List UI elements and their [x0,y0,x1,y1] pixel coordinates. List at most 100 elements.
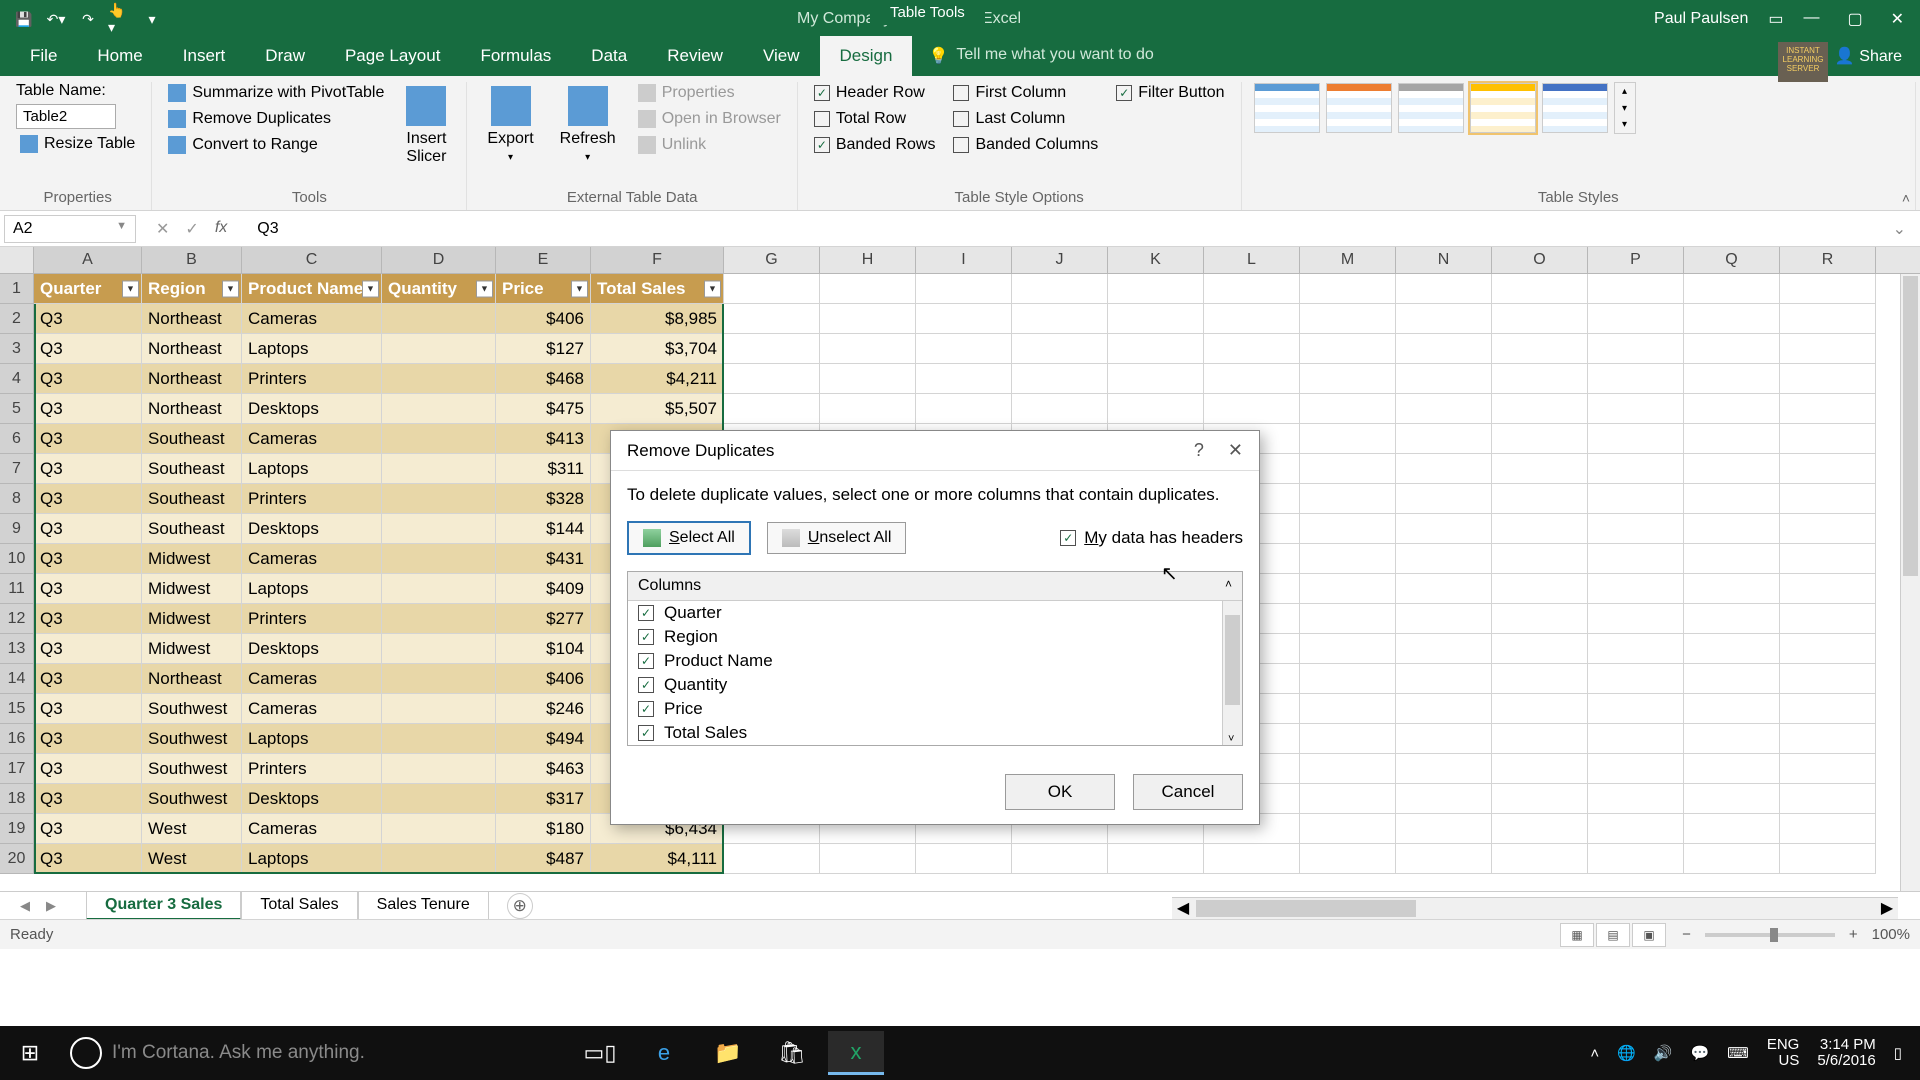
cell[interactable] [1204,304,1300,334]
ribbon-tab-home[interactable]: Home [77,36,162,76]
banded-columns-checkbox[interactable]: Banded Columns [949,134,1102,156]
cell[interactable] [1684,574,1780,604]
row-header[interactable]: 6 [0,424,34,454]
ribbon-tab-draw[interactable]: Draw [245,36,325,76]
ribbon-tab-formulas[interactable]: Formulas [460,36,571,76]
sheet-tab[interactable]: Quarter 3 Sales [86,891,241,919]
name-box[interactable]: A2▼ [4,215,136,243]
cell[interactable] [382,484,496,514]
cell[interactable]: Laptops [242,844,382,874]
column-header[interactable]: L [1204,247,1300,273]
vertical-scrollbar[interactable] [1900,274,1920,891]
ribbon-tab-page-layout[interactable]: Page Layout [325,36,460,76]
cell[interactable] [1588,304,1684,334]
row-header[interactable]: 16 [0,724,34,754]
cell[interactable] [1780,454,1876,484]
zoom-in-button[interactable]: + [1849,926,1858,943]
cell[interactable] [382,574,496,604]
normal-view-button[interactable]: ▦ [1560,923,1594,947]
remove-duplicates-button[interactable]: Remove Duplicates [164,108,388,130]
cell[interactable] [1300,664,1396,694]
cell[interactable] [1588,514,1684,544]
cell[interactable]: Northeast [142,334,242,364]
table-style-swatch[interactable] [1470,83,1536,133]
cell[interactable] [1204,334,1300,364]
cell[interactable] [1492,364,1588,394]
cell[interactable] [1300,394,1396,424]
cell[interactable] [1780,334,1876,364]
export-button[interactable]: Export▾ [479,82,541,167]
column-header[interactable]: H [820,247,916,273]
list-scrollbar[interactable]: ˅ [1222,601,1242,745]
cell[interactable] [382,364,496,394]
cell[interactable] [382,334,496,364]
select-all-corner[interactable] [0,247,34,273]
zoom-slider[interactable] [1705,933,1835,937]
cell[interactable] [1588,334,1684,364]
cell[interactable]: $104 [496,634,591,664]
cell[interactable]: Q3 [34,664,142,694]
cell[interactable]: Q3 [34,784,142,814]
cell[interactable]: Q3 [34,724,142,754]
cell[interactable] [1684,304,1780,334]
cell[interactable]: Q3 [34,544,142,574]
enter-formula-icon[interactable]: ✓ [185,219,198,239]
cell[interactable]: Cameras [242,544,382,574]
cell[interactable] [1012,334,1108,364]
column-header[interactable]: M [1300,247,1396,273]
expand-formula-bar-icon[interactable]: ⌄ [1883,219,1916,239]
filter-dropdown-icon[interactable]: ▼ [362,280,379,297]
cell[interactable] [1396,574,1492,604]
store-icon[interactable]: 🛍 [764,1031,820,1075]
sheet-nav[interactable]: ◀▶ [20,898,86,914]
cell[interactable] [1780,394,1876,424]
ribbon-tab-data[interactable]: Data [571,36,647,76]
cell[interactable] [1492,304,1588,334]
cell[interactable] [382,544,496,574]
cell[interactable]: $3,704 [591,334,724,364]
cell[interactable]: Cameras [242,304,382,334]
collapse-ribbon-icon[interactable]: ˄ [1902,190,1910,206]
save-icon[interactable]: 💾 [12,7,36,31]
cell[interactable]: Southwest [142,784,242,814]
cell[interactable] [724,304,820,334]
tray-chevron-icon[interactable]: ˄ [1590,1045,1599,1062]
cell[interactable]: $431 [496,544,591,574]
cell[interactable] [1396,514,1492,544]
header-row-checkbox[interactable]: ✓Header Row [810,82,940,104]
cell[interactable] [1300,784,1396,814]
filter-button-checkbox[interactable]: ✓Filter Button [1112,82,1228,104]
cell[interactable]: $317 [496,784,591,814]
touch-mode-icon[interactable]: 👆▾ [108,7,132,31]
column-header[interactable]: J [1012,247,1108,273]
formula-input[interactable]: Q3 [247,216,1882,242]
column-header[interactable]: Q [1684,247,1780,273]
cell[interactable] [382,604,496,634]
cell[interactable] [1780,544,1876,574]
page-break-view-button[interactable]: ▣ [1632,923,1666,947]
cell[interactable] [820,304,916,334]
cell[interactable] [916,304,1012,334]
cell[interactable]: Q3 [34,484,142,514]
cell[interactable]: Northeast [142,304,242,334]
cell[interactable]: Northeast [142,394,242,424]
ribbon-tab-design[interactable]: Design [820,36,913,76]
gallery-more-button[interactable]: ▴▾▾ [1614,82,1636,134]
cell[interactable]: Q3 [34,394,142,424]
cancel-button[interactable]: Cancel [1133,774,1243,810]
cell[interactable] [724,334,820,364]
cell[interactable] [1780,514,1876,544]
row-header[interactable]: 4 [0,364,34,394]
cell[interactable] [1396,694,1492,724]
cell[interactable] [916,364,1012,394]
volume-icon[interactable]: 🔊 [1654,1044,1673,1062]
redo-icon[interactable]: ↷ [76,7,100,31]
cell[interactable]: $4,211 [591,364,724,394]
column-header[interactable]: P [1588,247,1684,273]
filter-dropdown-icon[interactable]: ▼ [122,280,139,297]
minimize-icon[interactable]: — [1803,9,1819,29]
cell[interactable] [1684,424,1780,454]
cell[interactable] [1780,724,1876,754]
cell[interactable] [1300,814,1396,844]
cell[interactable] [382,784,496,814]
